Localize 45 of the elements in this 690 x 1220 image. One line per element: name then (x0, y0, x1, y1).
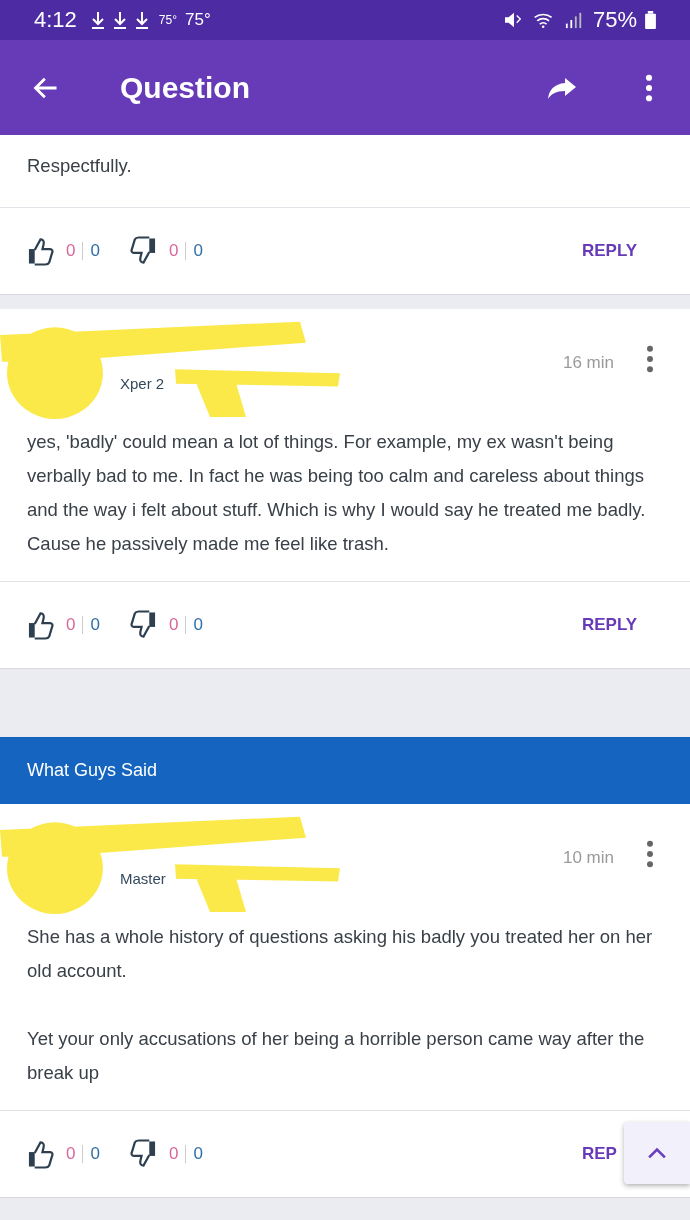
thumbs-down-icon[interactable] (129, 610, 157, 640)
reply-button[interactable]: REP (582, 1140, 617, 1168)
download-icon (90, 11, 105, 29)
temperature: 75° (158, 13, 177, 27)
temperature: 75° (185, 10, 211, 30)
clock-time: 4:12 (34, 7, 77, 33)
more-options-icon[interactable] (646, 840, 654, 868)
section-title: What Guys Said (27, 760, 158, 781)
like-count: 0 (66, 615, 76, 635)
dislike-count: 0 (168, 1144, 179, 1164)
download-icon (112, 11, 127, 29)
dislike-count: 0 (193, 615, 203, 635)
thumbs-down-icon[interactable] (129, 1139, 157, 1169)
comment-text: Yet your only accusations of her being a horrible person came way after the break up (27, 1027, 646, 1085)
dislike-count: 0 (168, 241, 179, 261)
like-count: 0 (66, 241, 76, 261)
wifi-icon (532, 11, 555, 29)
thumbs-up-icon[interactable] (27, 236, 54, 266)
comment-time: 16 min (562, 353, 614, 373)
thumbs-down-icon[interactable] (129, 236, 157, 266)
more-options-icon[interactable] (645, 73, 653, 102)
user-rank: Master (120, 869, 166, 887)
share-icon[interactable] (547, 75, 577, 100)
like-count: 0 (90, 241, 100, 261)
comment-text: yes, 'badly' could mean a lot of things. For example, my ex wasn't being verbally bad to me. In fact he was being too calm and careless about things and the way i felt about stuff. Which is why I would say he treated me badly. Cause he passively made me feel like trash. (27, 430, 647, 556)
download-icon (134, 11, 149, 29)
battery-percent: 75% (592, 7, 637, 33)
comment-text: Respectfully. (27, 154, 133, 178)
like-count: 0 (66, 1144, 76, 1164)
like-count: 0 (90, 615, 100, 635)
battery-icon (645, 11, 656, 29)
dislike-count: 0 (168, 615, 179, 635)
thumbs-up-icon[interactable] (27, 610, 54, 640)
like-count: 0 (90, 1144, 100, 1164)
thumbs-up-icon[interactable] (27, 1139, 54, 1169)
user-rank: Xper 2 (120, 374, 165, 392)
reply-button[interactable]: REPLY (582, 611, 638, 639)
screen-title: Question (120, 70, 250, 105)
caret-up-icon (646, 1146, 668, 1160)
reply-button[interactable]: REPLY (582, 237, 638, 265)
dislike-count: 0 (193, 241, 203, 261)
comment-time: 10 min (562, 848, 614, 868)
more-options-icon[interactable] (646, 345, 654, 373)
comment-text: She has a whole history of questions asking his badly you treated her on her old account. (27, 925, 654, 983)
dislike-count: 0 (193, 1144, 203, 1164)
